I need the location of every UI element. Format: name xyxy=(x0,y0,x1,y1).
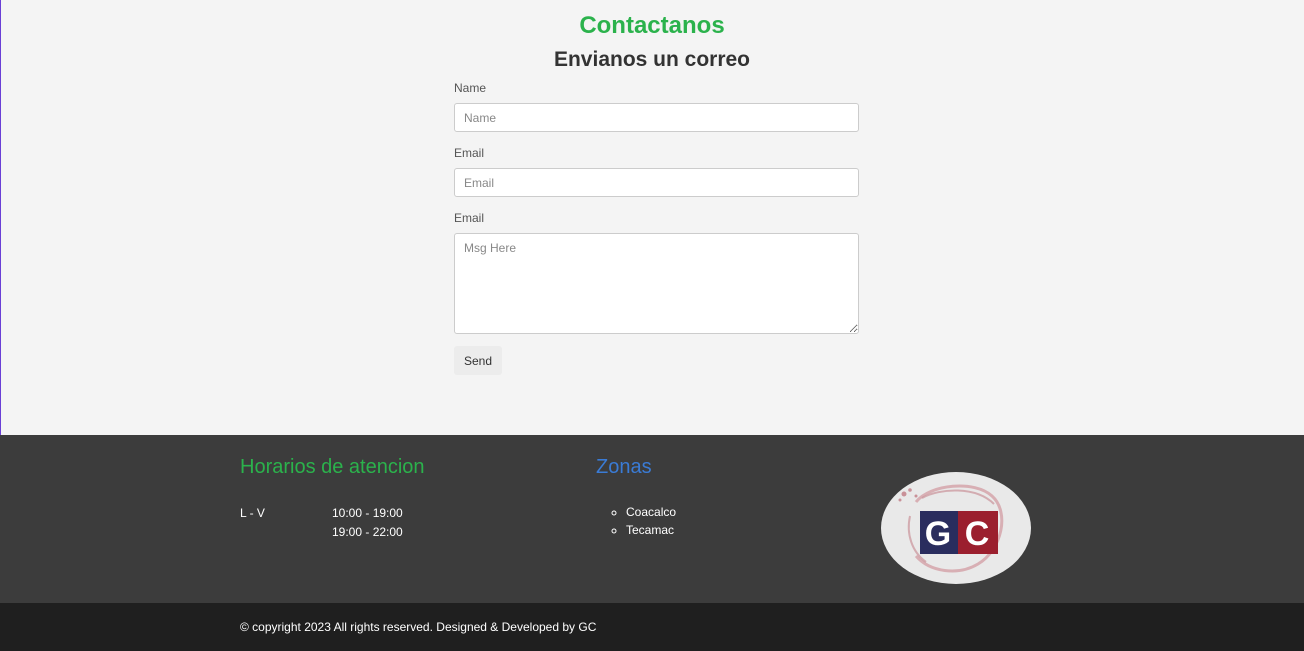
hours-days: L - V xyxy=(240,506,265,520)
send-button[interactable]: Send xyxy=(454,346,502,375)
message-label: Email xyxy=(454,211,485,225)
copyright-text: © copyright 2023 All rights reserved. De… xyxy=(240,620,597,634)
email-label: Email xyxy=(454,146,485,160)
name-label: Name xyxy=(454,81,487,95)
page-subtitle: Envianos un correo xyxy=(553,48,751,71)
name-input[interactable] xyxy=(454,103,859,132)
page-title: Contactanos xyxy=(579,12,725,39)
zones-title: Zonas xyxy=(596,456,652,478)
message-textarea[interactable] xyxy=(454,233,859,334)
email-input[interactable] xyxy=(454,168,859,197)
gc-logo-letter-c: C xyxy=(965,515,990,553)
hours-title: Horarios de atencion xyxy=(240,456,425,478)
zone-item: Tecamac xyxy=(626,521,676,539)
hours-time-1: 10:00 - 19:00 xyxy=(332,506,403,520)
gc-logo-letter-g: G xyxy=(925,515,951,553)
copyright-bar: © copyright 2023 All rights reserved. De… xyxy=(0,603,1304,651)
footer: Horarios de atencion L - V 10:00 - 19:00… xyxy=(0,435,1304,603)
gc-logo-image: G C xyxy=(881,472,1031,584)
contact-section: Contactanos Envianos un correo Name Emai… xyxy=(0,0,1304,435)
zone-item: Coacalco xyxy=(626,503,676,521)
gc-logo: G C xyxy=(880,472,1032,584)
zones-list: Coacalco Tecamac xyxy=(596,503,676,539)
hours-time-2: 19:00 - 22:00 xyxy=(332,525,403,539)
